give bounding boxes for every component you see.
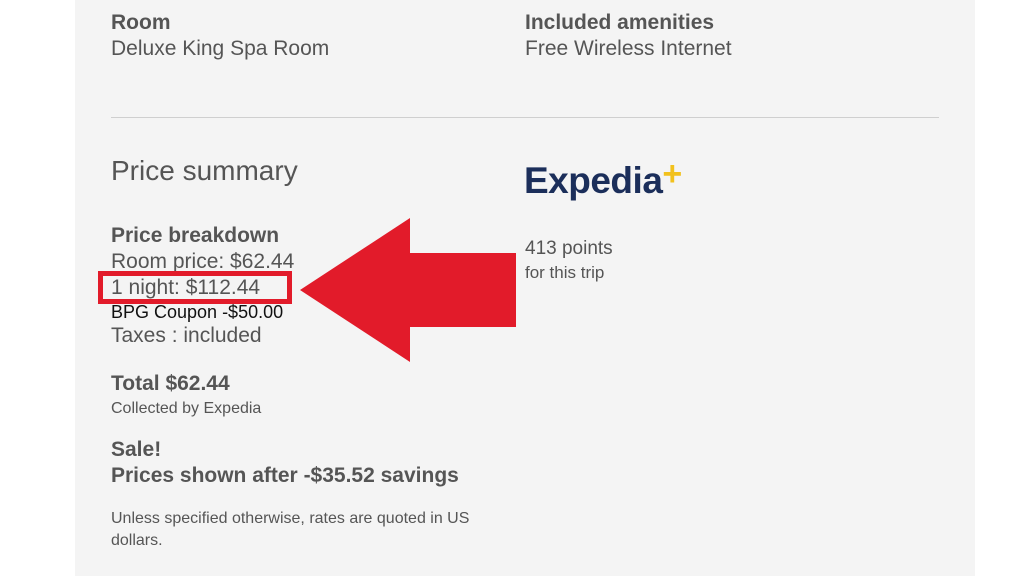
annotation-arrow-icon bbox=[300, 218, 516, 362]
